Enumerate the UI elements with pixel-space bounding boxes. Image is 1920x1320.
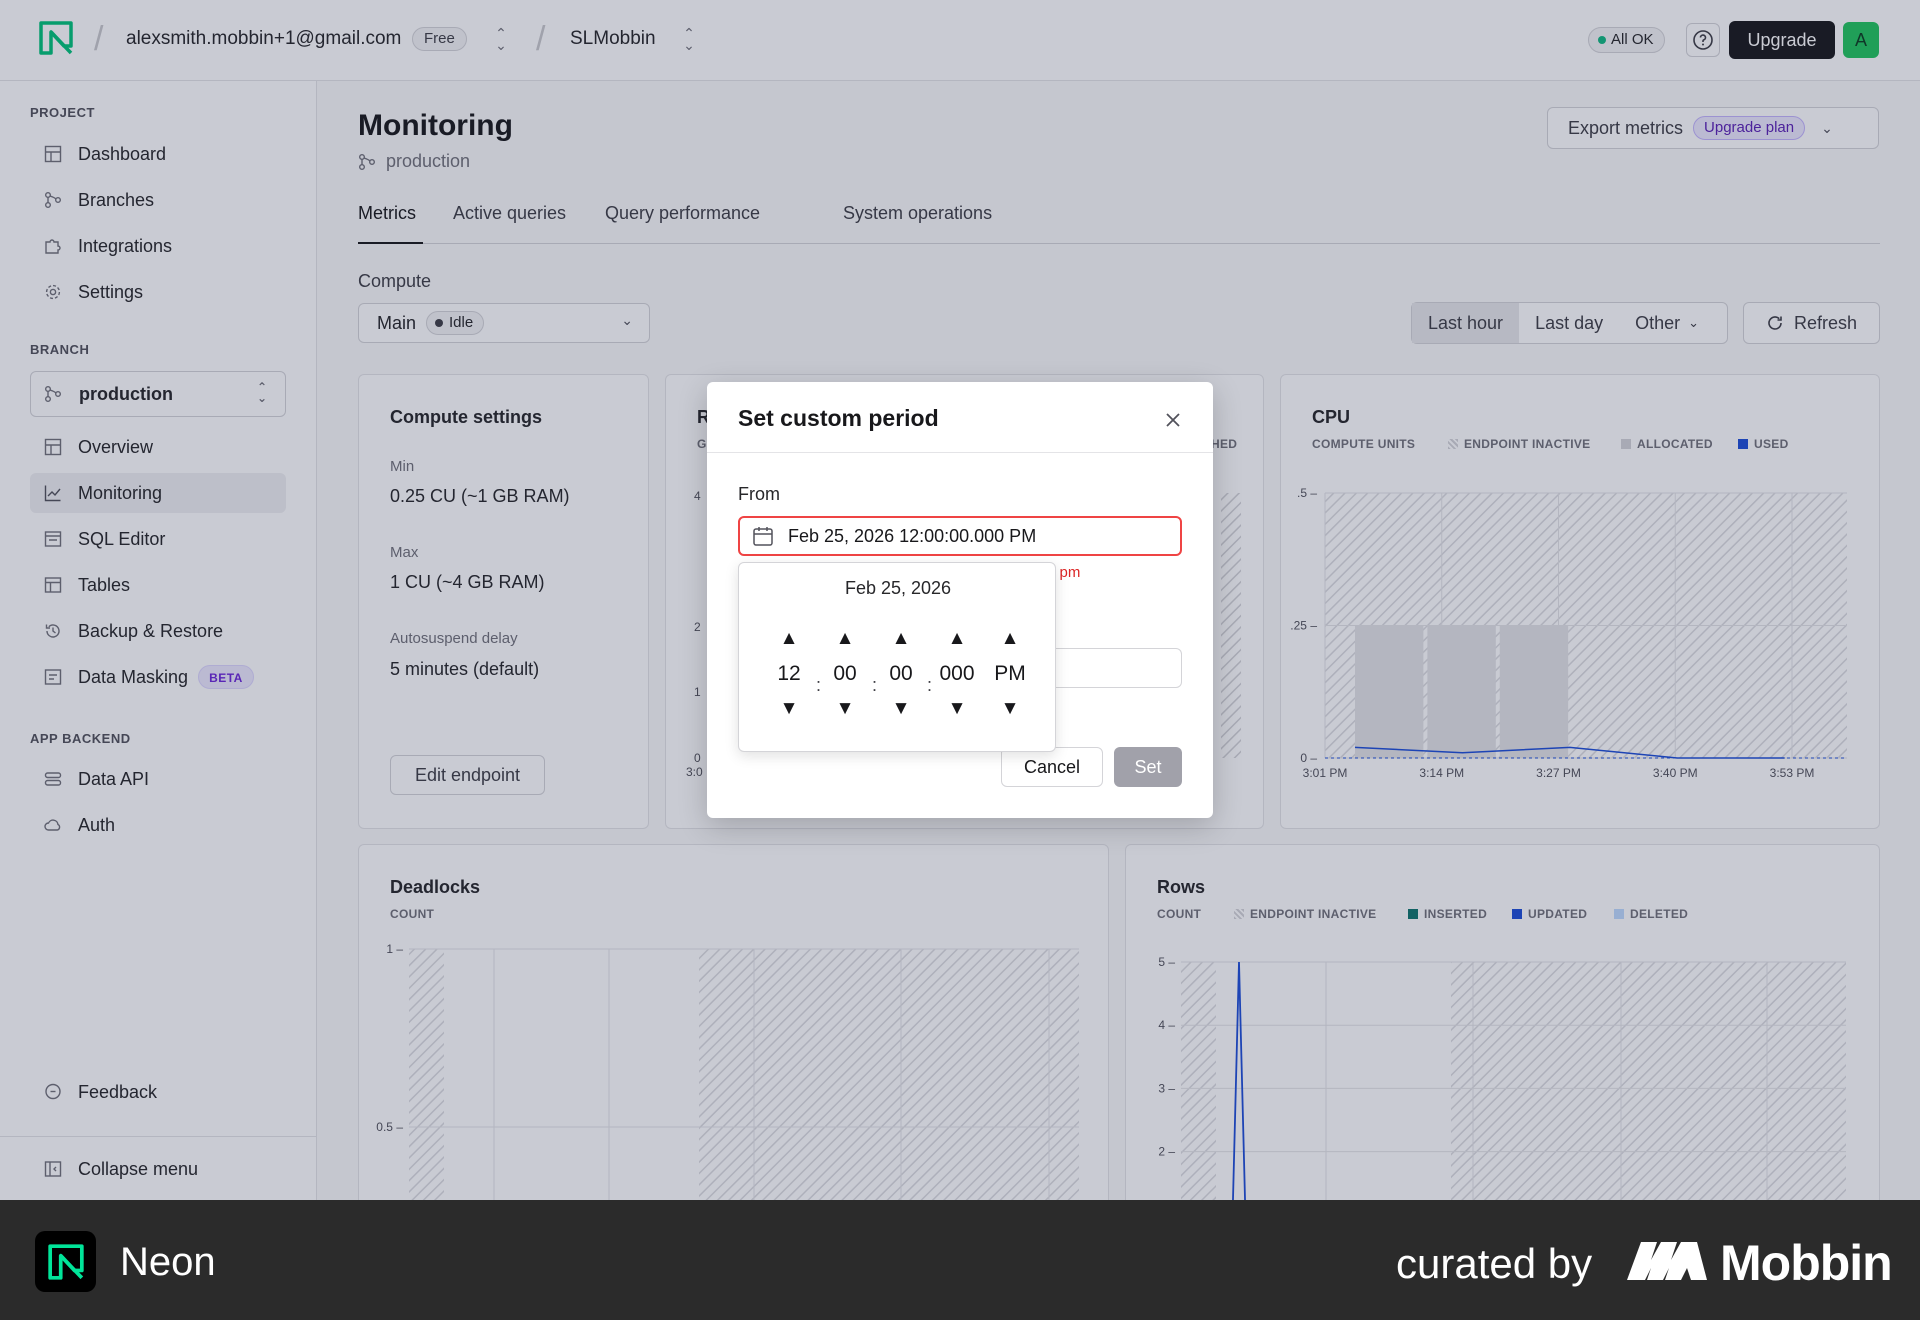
millisecond-spinner: ▲ 000 ▼ [932, 625, 982, 723]
millisecond-value[interactable]: 000 [932, 653, 982, 695]
calendar-icon [753, 527, 773, 546]
attribution-footer: Neon curated by Mobbin [0, 1200, 1920, 1320]
cancel-button[interactable]: Cancel [1001, 747, 1103, 787]
ampm-up-arrow-icon[interactable]: ▲ [985, 625, 1035, 653]
second-value[interactable]: 00 [876, 653, 926, 695]
mobbin-logo-icon [1627, 1242, 1707, 1280]
time-picker-popover: Feb 25, 2026 ▲ 12 ▼ : ▲ 00 ▼ : ▲ 00 ▼ : … [738, 562, 1056, 752]
picker-date: Feb 25, 2026 [844, 578, 952, 598]
hour-value[interactable]: 12 [764, 653, 814, 695]
dialog-title: Set custom period [738, 405, 939, 431]
curated-by-label: curated by [1396, 1240, 1593, 1287]
from-label: From [738, 484, 780, 504]
hour-spinner: ▲ 12 ▼ [764, 625, 814, 723]
millisecond-up-arrow-icon[interactable]: ▲ [932, 625, 982, 653]
millisecond-down-arrow-icon[interactable]: ▼ [932, 695, 982, 723]
brand-name: Mobbin [1720, 1235, 1893, 1291]
minute-down-arrow-icon[interactable]: ▼ [820, 695, 870, 723]
close-button[interactable] [1159, 406, 1187, 434]
minute-spinner: ▲ 00 ▼ [820, 625, 870, 723]
minute-value[interactable]: 00 [820, 653, 870, 695]
ampm-spinner: ▲ PM ▼ [985, 625, 1035, 723]
minute-up-arrow-icon[interactable]: ▲ [820, 625, 870, 653]
app-window: / alexsmith.mobbin+1@gmail.com Free ⌃ ⌄ /… [0, 0, 1920, 1200]
neon-logo-icon [35, 1231, 96, 1292]
dialog-divider [707, 452, 1213, 453]
from-date-input[interactable]: Feb 25, 2026 12:00:00.000 PM [738, 516, 1182, 556]
hour-down-arrow-icon[interactable]: ▼ [764, 695, 814, 723]
ampm-value[interactable]: PM [985, 653, 1035, 695]
from-date-value: Feb 25, 2026 12:00:00.000 PM [788, 525, 1037, 546]
close-icon [1166, 413, 1180, 427]
ampm-down-arrow-icon[interactable]: ▼ [985, 695, 1035, 723]
second-spinner: ▲ 00 ▼ [876, 625, 926, 723]
to-date-input[interactable] [1045, 648, 1182, 688]
custom-period-dialog: Set custom period From Feb 25, 2026 12:0… [707, 382, 1213, 818]
set-button[interactable]: Set [1114, 747, 1182, 787]
hour-up-arrow-icon[interactable]: ▲ [764, 625, 814, 653]
second-down-arrow-icon[interactable]: ▼ [876, 695, 926, 723]
second-up-arrow-icon[interactable]: ▲ [876, 625, 926, 653]
app-name: Neon [120, 1240, 216, 1284]
